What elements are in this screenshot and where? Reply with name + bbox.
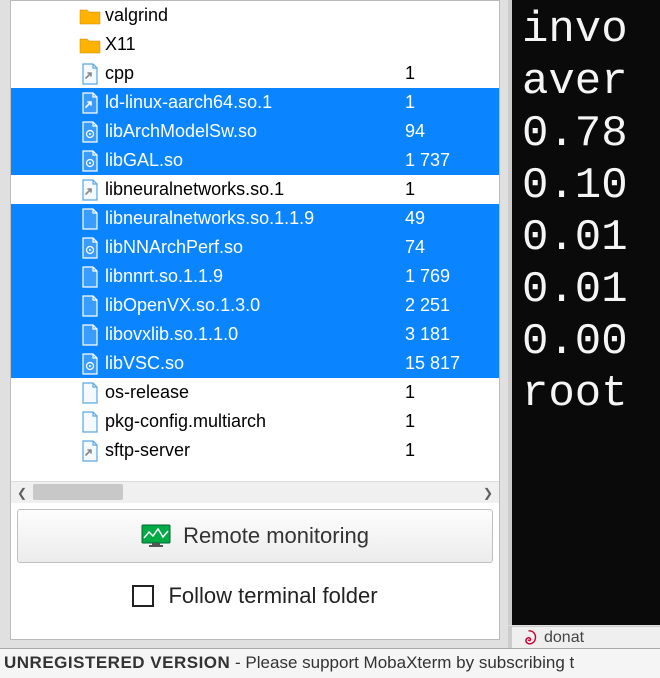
file-row[interactable]: libovxlib.so.1.1.03 181 (11, 320, 499, 349)
scroll-thumb[interactable] (33, 484, 123, 500)
follow-terminal-label: Follow terminal folder (168, 583, 377, 609)
gear-file-icon (79, 353, 101, 375)
file-row[interactable]: libVSC.so15 817 (11, 349, 499, 378)
shortcut-file-icon (79, 179, 101, 201)
file-icon (79, 382, 101, 404)
file-name: pkg-config.multiarch (105, 411, 397, 432)
file-icon (79, 266, 101, 288)
file-row[interactable]: sftp-server1 (11, 436, 499, 465)
gear-file-icon (79, 150, 101, 172)
horizontal-scrollbar[interactable]: ❮ ❯ (11, 481, 499, 503)
file-row[interactable]: pkg-config.multiarch1 (11, 407, 499, 436)
gear-file-icon (79, 121, 101, 143)
file-name: libNNArchPerf.so (105, 237, 397, 258)
file-size: 15 817 (401, 353, 481, 374)
file-name: libneuralnetworks.so.1.1.9 (105, 208, 397, 229)
file-name: ld-linux-aarch64.so.1 (105, 92, 397, 113)
file-row[interactable]: libGAL.so1 737 (11, 146, 499, 175)
remote-monitoring-label: Remote monitoring (183, 523, 369, 549)
terminal-output[interactable]: invo aver 0.78 0.10 0.01 0.01 0.00 root (508, 0, 660, 625)
footer-unregistered: UNREGISTERED VERSION (4, 653, 230, 672)
file-name: libArchModelSw.so (105, 121, 397, 142)
file-name: cpp (105, 63, 397, 84)
file-name: libVSC.so (105, 353, 397, 374)
file-size: 1 (401, 92, 481, 113)
file-size: 3 181 (401, 324, 481, 345)
file-row[interactable]: libNNArchPerf.so74 (11, 233, 499, 262)
file-icon (79, 295, 101, 317)
file-name: libneuralnetworks.so.1 (105, 179, 397, 200)
file-size: 49 (401, 208, 481, 229)
file-name: os-release (105, 382, 397, 403)
donate-bar[interactable]: donat (508, 626, 660, 648)
donate-label: donat (544, 629, 584, 647)
file-name: libovxlib.so.1.1.0 (105, 324, 397, 345)
file-name: libGAL.so (105, 150, 397, 171)
file-icon (79, 324, 101, 346)
file-row[interactable]: libArchModelSw.so94 (11, 117, 499, 146)
file-icon (79, 411, 101, 433)
follow-terminal-checkbox[interactable] (132, 585, 154, 607)
file-name: sftp-server (105, 440, 397, 461)
scroll-track[interactable] (33, 482, 477, 503)
file-row[interactable]: X11 (11, 30, 499, 59)
file-name: libnnrt.so.1.1.9 (105, 266, 397, 287)
sftp-panel: valgrindX11cpp1ld-linux-aarch64.so.11lib… (10, 0, 500, 640)
shortcut-file-icon (79, 92, 101, 114)
file-size: 2 251 (401, 295, 481, 316)
file-row[interactable]: cpp1 (11, 59, 499, 88)
footer-message: - Please support MobaXterm by subscribin… (230, 653, 574, 672)
scroll-right-arrow[interactable]: ❯ (477, 483, 499, 503)
file-row[interactable]: libneuralnetworks.so.11 (11, 175, 499, 204)
file-row[interactable]: libOpenVX.so.1.3.02 251 (11, 291, 499, 320)
file-icon (79, 208, 101, 230)
file-row[interactable]: os-release1 (11, 378, 499, 407)
shortcut-file-icon (79, 63, 101, 85)
file-name: X11 (105, 34, 397, 55)
file-row[interactable]: ld-linux-aarch64.so.11 (11, 88, 499, 117)
remote-monitoring-button[interactable]: Remote monitoring (17, 509, 493, 563)
file-list[interactable]: valgrindX11cpp1ld-linux-aarch64.so.11lib… (11, 1, 499, 481)
file-row[interactable]: libneuralnetworks.so.1.1.949 (11, 204, 499, 233)
file-size: 1 (401, 179, 481, 200)
scroll-left-arrow[interactable]: ❮ (11, 483, 33, 503)
file-size: 1 (401, 411, 481, 432)
gear-file-icon (79, 237, 101, 259)
folder-icon (79, 34, 101, 56)
file-row[interactable]: libnnrt.so.1.1.91 769 (11, 262, 499, 291)
shortcut-file-icon (79, 440, 101, 462)
file-size: 94 (401, 121, 481, 142)
folder-icon (79, 5, 101, 27)
file-size: 1 (401, 382, 481, 403)
file-size: 1 737 (401, 150, 481, 171)
file-name: valgrind (105, 5, 397, 26)
file-size: 1 769 (401, 266, 481, 287)
file-row[interactable]: valgrind (11, 1, 499, 30)
debian-swirl-icon (520, 629, 538, 647)
file-size: 74 (401, 237, 481, 258)
footer-bar: UNREGISTERED VERSION - Please support Mo… (0, 648, 660, 678)
file-size: 1 (401, 440, 481, 461)
file-size: 1 (401, 63, 481, 84)
file-name: libOpenVX.so.1.3.0 (105, 295, 397, 316)
follow-terminal-row[interactable]: Follow terminal folder (11, 583, 499, 609)
monitor-icon (141, 524, 171, 548)
